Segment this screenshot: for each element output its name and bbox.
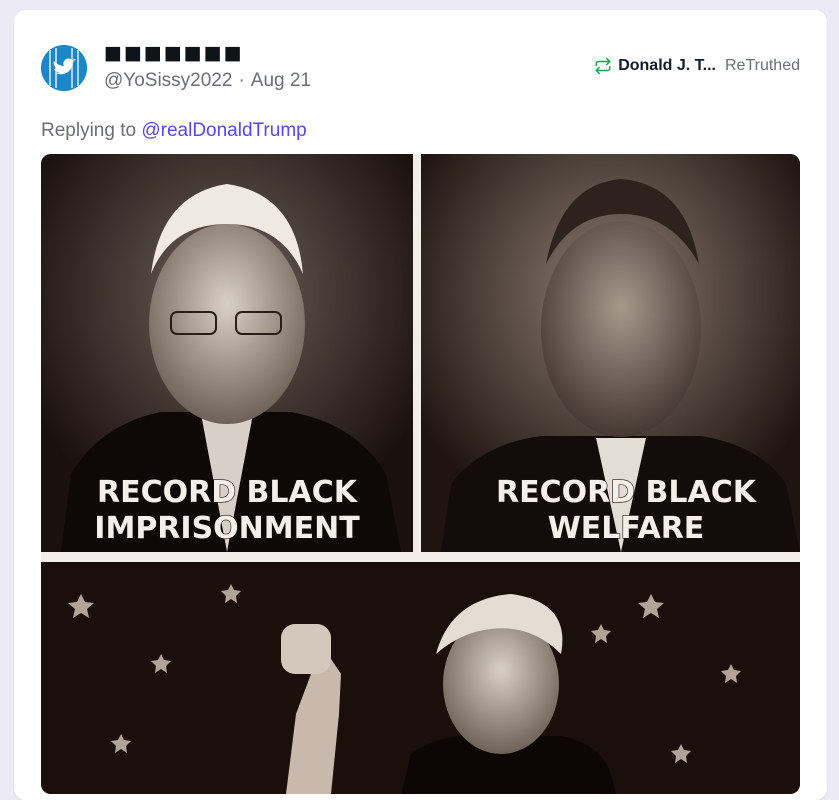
panel-bottom	[41, 562, 800, 794]
reply-context: Replying to @realDonaldTrump	[41, 120, 307, 142]
reply-handle-link[interactable]: @realDonaldTrump	[141, 120, 306, 141]
post-image[interactable]: RECORD BLACK IMPRISONMENT RECORD BLACK W…	[41, 154, 800, 794]
retruth-user-name[interactable]: Donald J. T...	[618, 57, 716, 75]
bird-icon	[41, 45, 87, 91]
author-handle[interactable]: @YoSissy2022	[104, 70, 232, 91]
post-meta: @YoSissy2022 · Aug 21	[104, 70, 311, 92]
reply-prefix: Replying to	[41, 120, 137, 141]
meta-separator: ·	[238, 70, 245, 91]
retruth-icon	[595, 57, 611, 75]
retruth-label: ReTruthed	[725, 57, 800, 74]
meme-image: RECORD BLACK IMPRISONMENT RECORD BLACK W…	[41, 154, 800, 794]
caption-left-line2: IMPRISONMENT	[94, 511, 360, 546]
post-card[interactable]: ■■■■■■■ @YoSissy2022 · Aug 21 Donald J. T.…	[14, 10, 827, 800]
caption-left-line1: RECORD BLACK	[97, 475, 359, 510]
caption-right-line2: WELFARE	[548, 511, 705, 546]
avatar[interactable]	[41, 45, 87, 91]
author-display-name[interactable]: ■■■■■■■	[104, 42, 244, 64]
post-date[interactable]: Aug 21	[251, 70, 311, 91]
retruth-indicator[interactable]: Donald J. T... ReTruthed	[594, 57, 800, 75]
caption-right-line1: RECORD BLACK	[496, 475, 758, 510]
